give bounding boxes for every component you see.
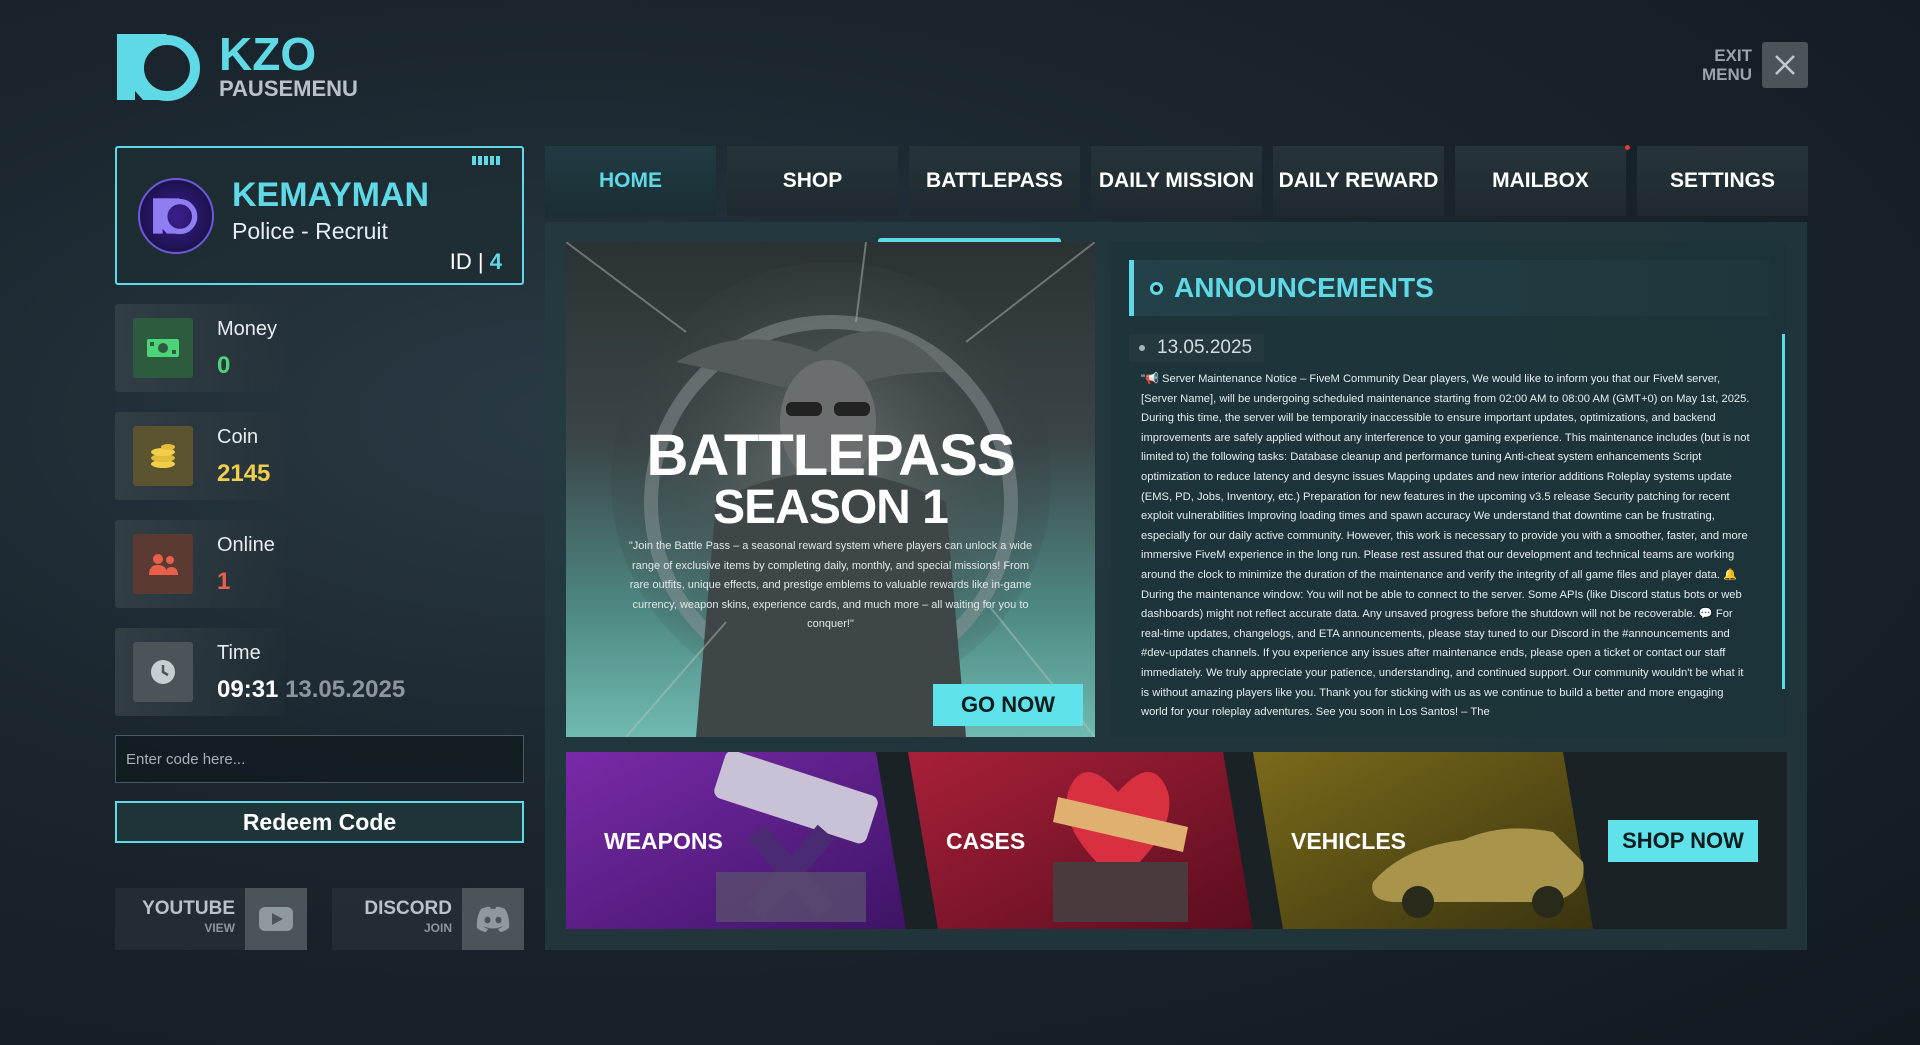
stat-money: Money 0	[115, 304, 285, 392]
avatar	[138, 178, 214, 254]
code-input[interactable]	[115, 735, 524, 783]
tab-daily-reward[interactable]: DAILY REWARD	[1273, 146, 1444, 216]
coin-value: 2145	[217, 460, 271, 487]
category-cases-label: CASES	[946, 828, 1026, 854]
stat-coin: Coin 2145	[115, 412, 285, 500]
category-vehicles-label: VEHICLES	[1291, 828, 1407, 854]
money-icon	[133, 318, 193, 378]
brand-title: KZO	[219, 28, 317, 80]
battlepass-title: BATTLEPASS	[646, 423, 1015, 488]
coin-label: Coin	[217, 426, 259, 448]
money-label: Money	[217, 318, 278, 340]
users-icon	[133, 534, 193, 594]
coins-icon	[133, 426, 193, 486]
close-button[interactable]	[1762, 42, 1808, 88]
tab-battlepass[interactable]: BATTLEPASS	[909, 146, 1080, 216]
battlepass-description: "Join the Battle Pass – a seasonal rewar…	[628, 540, 1033, 630]
go-now-button[interactable]: GO NOW	[933, 684, 1083, 726]
youtube-icon	[259, 907, 293, 931]
bullet-icon	[1150, 282, 1163, 295]
profile-card: KEMAYMAN Police - Recruit ID | 4	[115, 146, 524, 285]
time-clock: 09:31	[217, 676, 279, 703]
brand-logo: KZO PAUSEMENU	[115, 30, 358, 104]
online-value: 1	[217, 568, 231, 595]
youtube-link[interactable]: YOUTUBE VIEW	[115, 888, 307, 950]
player-id-value: 4	[489, 249, 502, 274]
player-id: ID | 4	[450, 249, 502, 275]
signal-icon	[472, 156, 500, 165]
brand-subtitle: PAUSEMENU	[219, 76, 358, 101]
announcements-header: ANNOUNCEMENTS	[1129, 260, 1769, 316]
discord-button[interactable]	[462, 888, 524, 950]
tab-mailbox[interactable]: MAILBOX	[1455, 146, 1626, 216]
discord-label: DISCORD	[364, 898, 452, 919]
category-weapons-label: WEAPONS	[604, 828, 723, 854]
announcement-scrollbar[interactable]	[1782, 334, 1785, 689]
category-cases[interactable]: CASES	[908, 752, 1253, 929]
clock-icon	[133, 642, 193, 702]
youtube-label: YOUTUBE	[142, 898, 235, 919]
tab-shop[interactable]: SHOP	[727, 146, 898, 216]
redeem-code-button[interactable]: Redeem Code	[115, 801, 524, 843]
battlepass-banner: BATTLEPASS SEASON 1 "Join the Battle Pas…	[566, 242, 1095, 737]
announcement-body[interactable]: "📢 Server Maintenance Notice – FiveM Com…	[1129, 370, 1764, 730]
exit-label-line2: MENU	[1701, 65, 1752, 84]
discord-action: JOIN	[423, 921, 452, 935]
stat-time: Time 09:31 13.05.2025	[115, 628, 405, 716]
main-nav: HOME SHOP BATTLEPASS DAILY MISSION DAILY…	[545, 146, 1808, 216]
player-role: Police - Recruit	[232, 218, 388, 244]
battlepass-season: SEASON 1	[713, 481, 949, 534]
kzo-logo-icon	[115, 30, 205, 104]
category-weapons[interactable]: WEAPONS	[566, 752, 906, 929]
tab-daily-mission[interactable]: DAILY MISSION	[1091, 146, 1262, 216]
time-label: Time	[217, 642, 261, 664]
time-value: 09:31 13.05.2025	[217, 676, 405, 704]
discord-link[interactable]: DISCORD JOIN	[332, 888, 524, 950]
announcements-title: ANNOUNCEMENTS	[1174, 272, 1434, 303]
time-date: 13.05.2025	[285, 676, 406, 703]
shop-now-button[interactable]: SHOP NOW	[1608, 820, 1758, 862]
shop-categories: WEAPONS CASES VEHICLES SHOP NOW	[566, 752, 1787, 929]
discord-icon	[476, 906, 510, 932]
exit-menu[interactable]: EXIT MENU	[1702, 42, 1808, 88]
tab-home[interactable]: HOME	[545, 146, 716, 216]
youtube-action: VIEW	[204, 921, 235, 935]
youtube-button[interactable]	[245, 888, 307, 950]
mailbox-notification-dot	[1625, 145, 1630, 150]
player-name: KEMAYMAN	[232, 176, 430, 214]
close-icon	[1775, 55, 1795, 75]
exit-label-line1: EXIT	[1714, 46, 1752, 65]
tab-settings[interactable]: SETTINGS	[1637, 146, 1808, 216]
stat-online: Online 1	[115, 520, 285, 608]
player-id-label: ID |	[449, 249, 484, 274]
avatar-logo-icon	[153, 198, 198, 235]
announcements-panel: ANNOUNCEMENTS 13.05.2025 "📢 Server Maint…	[1111, 242, 1787, 737]
announcement-date: 13.05.2025	[1129, 334, 1265, 362]
money-value: 0	[217, 352, 231, 379]
online-label: Online	[217, 534, 275, 556]
